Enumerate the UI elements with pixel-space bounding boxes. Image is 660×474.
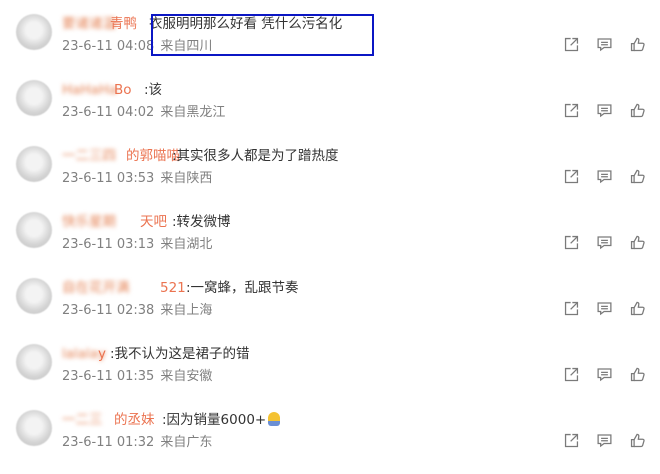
comment-meta: 23-6-11 01:35 来自安徽 <box>62 367 212 387</box>
avatar[interactable] <box>16 344 52 380</box>
comment-text-content: :我不认为这是裙子的错 <box>110 346 250 362</box>
comment-meta: 23-6-11 03:53 来自陕西 <box>62 169 212 189</box>
location: 来自上海 <box>160 303 213 318</box>
comment-icon[interactable] <box>594 232 614 252</box>
timestamp: 23-6-11 03:53 <box>62 171 155 186</box>
avatar[interactable] <box>16 14 52 50</box>
like-icon[interactable] <box>627 166 647 186</box>
author-name[interactable]: 天吧 <box>140 211 167 233</box>
share-icon[interactable] <box>561 298 581 318</box>
avatar[interactable] <box>16 212 52 248</box>
author-name[interactable]: 521 <box>160 277 186 299</box>
avatar[interactable] <box>16 80 52 116</box>
comment-icon[interactable] <box>594 364 614 384</box>
comment-meta: 23-6-11 04:02 来自黑龙江 <box>62 103 225 123</box>
share-icon[interactable] <box>561 34 581 54</box>
comment-text-content: :该 <box>144 82 163 98</box>
comment-meta: 23-6-11 03:13 来自湖北 <box>62 235 212 255</box>
avatar[interactable] <box>16 146 52 182</box>
comment-text: :我不认为这是裙子的错 <box>110 343 250 365</box>
author-name[interactable]: 青鸭 <box>110 13 137 35</box>
comment-item: lalalay y :我不认为这是裙子的错 23-6-11 01:35 来自安徽 <box>0 342 660 408</box>
like-icon[interactable] <box>627 34 647 54</box>
comment-text: :因为销量6000+ <box>162 409 281 431</box>
avatar[interactable] <box>16 278 52 314</box>
comment-icon[interactable] <box>594 34 614 54</box>
comment-text: :转发微博 <box>172 211 231 233</box>
comment-text: :其实很多人都是为了蹭热度 <box>172 145 339 167</box>
location: 来自湖北 <box>160 237 213 252</box>
like-icon[interactable] <box>627 298 647 318</box>
bottle-emoji-icon <box>268 412 281 426</box>
comment-item: 一二三四 的郭喵喵 :其实很多人都是为了蹭热度 23-6-11 03:53 来自陕… <box>0 144 660 210</box>
comment-meta: 23-6-11 02:38 来自上海 <box>62 301 212 321</box>
share-icon[interactable] <box>561 100 581 120</box>
timestamp: 23-6-11 01:35 <box>62 369 155 384</box>
location: 来自广东 <box>160 435 213 450</box>
timestamp: 23-6-11 02:38 <box>62 303 155 318</box>
timestamp: 23-6-11 01:32 <box>62 435 155 450</box>
share-icon[interactable] <box>561 232 581 252</box>
location: 来自安徽 <box>160 369 213 384</box>
timestamp: 23-6-11 03:13 <box>62 237 155 252</box>
timestamp: 23-6-11 04:02 <box>62 105 155 120</box>
avatar[interactable] <box>16 410 52 446</box>
like-icon[interactable] <box>627 364 647 384</box>
comment-text-content: :其实很多人都是为了蹭热度 <box>172 148 339 164</box>
highlight-box <box>151 14 374 56</box>
comment-text-content: :一窝蜂，乱跟节奏 <box>186 280 299 296</box>
author-name[interactable]: Bo <box>114 79 132 101</box>
share-icon[interactable] <box>561 166 581 186</box>
like-icon[interactable] <box>627 430 647 450</box>
comment-item: HaHaHa Bo :该 23-6-11 04:02 来自黑龙江 <box>0 78 660 144</box>
comment-text: :该 <box>144 79 162 101</box>
share-icon[interactable] <box>561 364 581 384</box>
author-name[interactable]: y <box>98 343 106 365</box>
comment-text-content: :因为销量6000+ <box>162 412 267 428</box>
comment-meta: 23-6-11 01:32 来自广东 <box>62 433 212 453</box>
comment-icon[interactable] <box>594 430 614 450</box>
like-icon[interactable] <box>627 100 647 120</box>
timestamp: 23-6-11 04:08 <box>62 39 155 54</box>
author-name-blurred[interactable]: 自在花开满 <box>62 277 130 299</box>
author-name-blurred[interactable]: 一二三四 <box>62 145 116 167</box>
location: 来自陕西 <box>160 171 213 186</box>
author-name-blurred[interactable]: 快乐星期 <box>62 211 116 233</box>
author-name-blurred[interactable]: 要诸诸温 <box>62 13 116 35</box>
comment-text: :一窝蜂，乱跟节奏 <box>186 277 299 299</box>
comment-item: 自在花开满 521 :一窝蜂，乱跟节奏 23-6-11 02:38 来自上海 <box>0 276 660 342</box>
author-name-blurred[interactable]: 一二三 <box>62 409 103 431</box>
comment-item: 一二三 的丞妹 :因为销量6000+ 23-6-11 01:32 来自广东 <box>0 408 660 474</box>
like-icon[interactable] <box>627 232 647 252</box>
comment-text-content: :转发微博 <box>172 214 231 230</box>
share-icon[interactable] <box>561 430 581 450</box>
comment-icon[interactable] <box>594 100 614 120</box>
author-name[interactable]: 的丞妹 <box>114 409 155 431</box>
comment-item: 快乐星期 天吧 :转发微博 23-6-11 03:13 来自湖北 <box>0 210 660 276</box>
comment-icon[interactable] <box>594 166 614 186</box>
location: 来自黑龙江 <box>160 105 226 120</box>
author-name-blurred[interactable]: HaHaHa <box>62 79 117 101</box>
comment-icon[interactable] <box>594 298 614 318</box>
